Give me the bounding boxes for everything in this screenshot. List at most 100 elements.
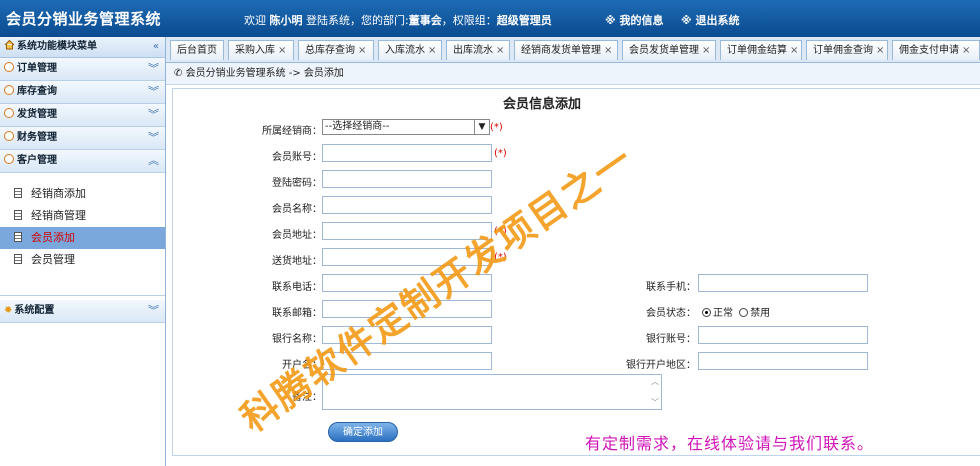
collapse-sidebar-icon[interactable]: « bbox=[153, 37, 159, 57]
close-icon[interactable]: × bbox=[790, 45, 798, 56]
sidebar-item-label: 会员添加 bbox=[31, 231, 75, 244]
contact-notice: 有定制需求，在线体验请与我们联系。 bbox=[585, 434, 875, 453]
top-header: 会员分销业务管理系统 欢迎 陈小明 登陆系统，您的部门:董事会，权限组：超级管理… bbox=[0, 0, 980, 37]
password-input[interactable] bbox=[322, 170, 492, 188]
ship-address-input[interactable] bbox=[322, 248, 492, 266]
sidebar-item-dealer-manage[interactable]: 经销商管理 bbox=[0, 205, 165, 227]
email-label: 联系邮箱： bbox=[272, 308, 322, 319]
chevron-down-icon: ︾ bbox=[148, 108, 159, 121]
menu-group-inventory[interactable]: 库存查询 ︾ bbox=[0, 81, 165, 104]
close-icon[interactable]: × bbox=[496, 45, 504, 56]
menu-group-label: 客户管理 bbox=[17, 155, 57, 166]
menu-group-shipping[interactable]: 发货管理 ︾ bbox=[0, 104, 165, 127]
close-icon[interactable]: × bbox=[962, 45, 970, 56]
account-input[interactable] bbox=[322, 144, 492, 162]
breadcrumb: ✆ 会员分销业务管理系统 -> 会员添加 bbox=[166, 63, 980, 85]
name-label: 会员名称： bbox=[272, 204, 322, 215]
clock-icon bbox=[4, 154, 14, 164]
required-mark: (*) bbox=[494, 148, 507, 159]
chevron-down-icon: ︾ bbox=[148, 62, 159, 75]
tab-outbound-flow[interactable]: 出库流水 × bbox=[446, 40, 510, 60]
mobile-input[interactable] bbox=[698, 274, 868, 292]
menu-group-finance[interactable]: 财务管理 ︾ bbox=[0, 127, 165, 150]
tab-label: 佣金支付申请 bbox=[899, 45, 959, 56]
document-icon bbox=[14, 210, 22, 220]
tab-dealer-shipping[interactable]: 经销商发货单管理 × bbox=[514, 40, 618, 60]
menu-group-label: 发货管理 bbox=[17, 109, 57, 120]
scroll-down-icon[interactable]: ﹀ bbox=[651, 397, 659, 408]
tab-bar: 后台首页 采购入库 × 总库存查询 × 入库流水 × 出库流水 × 经销商发货单管理 × … bbox=[166, 37, 980, 63]
menu-group-label: 财务管理 bbox=[17, 132, 57, 143]
menu-group-config[interactable]: ✹ 系统配置 ︾ bbox=[0, 300, 165, 323]
chevron-down-icon: ︾ bbox=[148, 131, 159, 144]
tab-inbound-flow[interactable]: 入库流水 × bbox=[378, 40, 442, 60]
tab-label: 总库存查询 bbox=[305, 45, 355, 56]
my-info-link[interactable]: ※ 我的信息 bbox=[605, 12, 664, 28]
status-disabled-label: 禁用 bbox=[750, 308, 771, 319]
tab-label: 后台首页 bbox=[177, 45, 217, 56]
menu-group-orders[interactable]: 订单管理 ︾ bbox=[0, 58, 165, 81]
document-icon bbox=[14, 188, 22, 198]
status-disabled-radio[interactable] bbox=[739, 308, 749, 317]
location-icon: ✆ bbox=[174, 68, 183, 79]
clock-icon bbox=[4, 108, 14, 118]
address-label: 会员地址： bbox=[272, 230, 322, 241]
clock-icon bbox=[4, 62, 14, 72]
customer-submenu: 经销商添加 经销商管理 会员添加 会员管理 bbox=[0, 173, 165, 296]
status-normal-radio[interactable] bbox=[702, 308, 711, 317]
dealer-select[interactable]: --选择经销商-- ▼ bbox=[322, 119, 490, 135]
email-input[interactable] bbox=[322, 300, 492, 318]
sun-icon: ✹ bbox=[4, 305, 13, 316]
member-address-input[interactable] bbox=[322, 222, 492, 240]
role-prefix: ，权限组： bbox=[441, 14, 497, 27]
remark-textarea[interactable]: ︿ ﹀ bbox=[322, 374, 662, 410]
tab-purchase-in[interactable]: 采购入库 × bbox=[228, 40, 294, 60]
welcome-prefix: 欢迎 bbox=[244, 14, 266, 27]
tab-commission-payment[interactable]: 佣金支付申请 × bbox=[892, 40, 980, 60]
tab-stock-query[interactable]: 总库存查询 × bbox=[298, 40, 374, 60]
required-mark: (*) bbox=[494, 226, 507, 237]
sidebar-item-member-manage[interactable]: 会员管理 bbox=[0, 249, 165, 271]
document-icon bbox=[14, 232, 22, 242]
logout-link[interactable]: ※ 退出系统 bbox=[681, 12, 740, 28]
tab-home[interactable]: 后台首页 bbox=[170, 40, 224, 60]
menu-group-customers[interactable]: 客户管理 ︽ bbox=[0, 150, 165, 173]
close-icon[interactable]: × bbox=[604, 45, 612, 56]
tab-commission-query[interactable]: 订单佣金查询 × bbox=[806, 40, 888, 60]
chevron-down-icon: ︾ bbox=[148, 304, 159, 317]
user-name: 陈小明 bbox=[269, 14, 303, 27]
chevron-down-icon: ▼ bbox=[474, 120, 489, 134]
password-label: 登陆密码： bbox=[272, 178, 322, 189]
status-normal-label: 正常 bbox=[713, 308, 733, 319]
sidebar-item-member-add[interactable]: 会员添加 bbox=[0, 227, 165, 249]
close-icon[interactable]: × bbox=[876, 45, 884, 56]
close-icon[interactable]: × bbox=[358, 45, 366, 56]
sidebar-heading: 系统功能模块菜单 « bbox=[0, 37, 165, 58]
tab-label: 出库流水 bbox=[453, 45, 493, 56]
tab-label: 会员发货单管理 bbox=[629, 45, 699, 56]
bank-name-label: 银行名称： bbox=[272, 334, 322, 345]
bank-region-input[interactable] bbox=[698, 352, 868, 370]
close-icon[interactable]: × bbox=[278, 45, 286, 56]
tab-member-shipping[interactable]: 会员发货单管理 × bbox=[622, 40, 716, 60]
tab-commission-settle[interactable]: 订单佣金结算 × bbox=[720, 40, 802, 60]
dealer-label: 所属经销商： bbox=[262, 126, 322, 137]
phone-label: 联系电话： bbox=[272, 282, 322, 293]
menu-group-label: 系统配置 bbox=[14, 305, 55, 316]
bank-name-input[interactable] bbox=[322, 326, 492, 344]
tab-label: 订单佣金结算 bbox=[727, 45, 787, 56]
scroll-up-icon[interactable]: ︿ bbox=[651, 376, 659, 387]
bank-account-input[interactable] bbox=[698, 326, 868, 344]
mobile-label: 联系手机： bbox=[646, 282, 696, 293]
close-icon[interactable]: × bbox=[702, 45, 710, 56]
home-icon bbox=[4, 38, 15, 50]
required-mark: (*) bbox=[490, 122, 503, 133]
chevron-up-icon: ︽ bbox=[148, 154, 159, 167]
login-text: 登陆系统，您的部门: bbox=[306, 14, 409, 27]
submit-button[interactable]: 确定添加 bbox=[328, 422, 398, 442]
close-icon[interactable]: × bbox=[428, 45, 436, 56]
sidebar-item-dealer-add[interactable]: 经销商添加 bbox=[0, 183, 165, 205]
account-holder-input[interactable] bbox=[322, 352, 492, 370]
member-name-input[interactable] bbox=[322, 196, 492, 214]
phone-input[interactable] bbox=[322, 274, 492, 292]
